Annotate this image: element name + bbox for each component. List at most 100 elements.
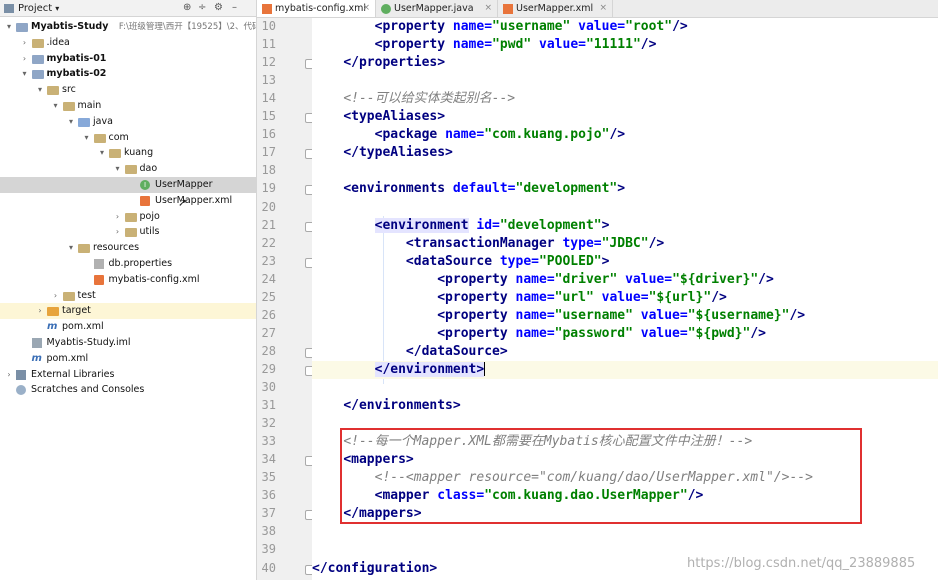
- editor-tab[interactable]: mybatis-config.xml ×: [257, 0, 376, 17]
- code-line: </typeAliases>: [312, 144, 938, 162]
- tree-item[interactable]: I UserMapper: [0, 177, 256, 193]
- line-number: 35: [261, 470, 276, 485]
- tree-item[interactable]: UserMapper.xml: [0, 193, 256, 209]
- code-line: </properties>: [312, 54, 938, 72]
- code-token: <environments: [343, 181, 453, 197]
- line-number: 17: [261, 145, 276, 160]
- editor-tab[interactable]: UserMapper.java ×: [376, 0, 498, 17]
- line-number: 29: [261, 361, 276, 376]
- resources-folder-icon: [78, 244, 90, 254]
- expanded-arrow-icon[interactable]: ▾: [82, 130, 92, 146]
- tree-item[interactable]: › External Libraries: [0, 367, 256, 383]
- tree-item[interactable]: › .idea: [0, 35, 256, 51]
- tree-item[interactable]: › utils: [0, 224, 256, 240]
- tree-item-label: Scratches and Consoles: [31, 384, 145, 396]
- code-token: />: [640, 37, 657, 53]
- code-token: "root": [625, 19, 673, 34]
- code-token: "JDBC": [601, 235, 649, 251]
- tree-item[interactable]: ▾ src: [0, 82, 256, 98]
- code-line: <property name="username" value="root"/>: [312, 18, 938, 36]
- tree-item-path: F:\班级管理\西开【19525】\2、代码\My: [118, 22, 256, 32]
- code-token: "username": [554, 307, 641, 323]
- code-token: name=: [515, 307, 555, 323]
- collapsed-arrow-icon[interactable]: ›: [20, 35, 30, 51]
- split-icon[interactable]: ÷: [198, 2, 206, 13]
- tree-item[interactable]: ▾ dao: [0, 161, 256, 177]
- tree-item-label: UserMapper: [155, 179, 213, 190]
- line-number: 39: [261, 542, 276, 557]
- expanded-arrow-icon[interactable]: ▾: [35, 82, 45, 98]
- tree-item[interactable]: › pojo: [0, 209, 256, 225]
- tree-item[interactable]: ▾ resources: [0, 240, 256, 256]
- expanded-arrow-icon[interactable]: ▾: [97, 145, 107, 161]
- line-number: 27: [261, 325, 276, 340]
- tree-item[interactable]: Scratches and Consoles: [0, 382, 256, 398]
- tree-item[interactable]: Myabtis-Study.iml: [0, 335, 256, 351]
- close-tab-icon[interactable]: ×: [599, 0, 607, 17]
- code-token: "11111": [585, 37, 641, 53]
- code-token: name=: [452, 37, 493, 53]
- code-line: <environment id="development">: [312, 217, 938, 235]
- tree-item-label: kuang: [124, 147, 154, 159]
- tree-item-label: main: [77, 100, 102, 111]
- locate-icon[interactable]: ⊕: [183, 2, 191, 13]
- code-line: <transactionManager type="JDBC"/>: [312, 235, 938, 253]
- expanded-arrow-icon[interactable]: ▾: [20, 66, 30, 82]
- line-number: 19: [261, 181, 276, 196]
- code-line: <dataSource type="POOLED">: [312, 253, 938, 271]
- code-line: </dataSource>: [312, 343, 938, 361]
- collapsed-arrow-icon[interactable]: ›: [113, 209, 123, 225]
- module-folder-icon: [31, 70, 44, 80]
- tree-item-label: Myabtis-Study.iml: [46, 337, 131, 348]
- code-token: "${username}": [687, 307, 790, 323]
- tree-item[interactable]: › target: [0, 303, 256, 320]
- line-number: 37: [261, 506, 276, 521]
- line-number: 23: [261, 253, 276, 268]
- tree-item[interactable]: m pom.xml: [0, 351, 256, 367]
- tree-item[interactable]: › mybatis-01: [0, 51, 256, 67]
- collapsed-arrow-icon[interactable]: ›: [51, 288, 61, 304]
- tree-item[interactable]: m pom.xml: [0, 319, 256, 335]
- expanded-arrow-icon[interactable]: ▾: [113, 161, 123, 177]
- expanded-arrow-icon[interactable]: ▾: [4, 19, 14, 35]
- project-view-title[interactable]: Project: [18, 3, 52, 14]
- collapsed-arrow-icon[interactable]: ›: [4, 367, 14, 383]
- code-token: <transactionManager: [405, 235, 563, 251]
- tree-item[interactable]: ▾ Myabtis-Study F:\班级管理\西开【19525】\2、代码\My: [0, 19, 256, 35]
- hide-icon[interactable]: –: [232, 2, 237, 13]
- code-token: "${url}": [648, 289, 712, 305]
- code-token: "${pwd}": [687, 325, 751, 341]
- maven-pom-icon: m: [47, 321, 58, 333]
- editor-tab[interactable]: UserMapper.xml ×: [498, 0, 613, 17]
- tree-item-label: db.properties: [108, 258, 173, 269]
- expanded-arrow-icon[interactable]: ▾: [66, 114, 76, 130]
- tree-item[interactable]: ▾ kuang: [0, 145, 256, 161]
- package-icon: [124, 228, 137, 238]
- collapsed-arrow-icon[interactable]: ›: [35, 303, 45, 319]
- tree-item[interactable]: mybatis-config.xml: [0, 272, 256, 288]
- tree-item[interactable]: ▾ mybatis-02: [0, 66, 256, 82]
- code-line: <property name="username" value="${usern…: [312, 307, 938, 325]
- code-token: <environment: [374, 217, 469, 233]
- tree-item[interactable]: ▾ main: [0, 98, 256, 114]
- code-token: <typeAliases>: [343, 109, 446, 125]
- gear-icon[interactable]: ⚙: [214, 2, 223, 13]
- folder-icon: [62, 102, 75, 111]
- tree-item[interactable]: › test: [0, 288, 256, 304]
- expanded-arrow-icon[interactable]: ▾: [66, 240, 76, 256]
- tree-item[interactable]: ▾ java: [0, 114, 256, 130]
- close-tab-icon[interactable]: ×: [362, 0, 370, 17]
- tree-item[interactable]: db.properties: [0, 256, 256, 272]
- code-line: <property name="password" value="${pwd}"…: [312, 325, 938, 343]
- line-number: 10: [261, 19, 276, 33]
- code-token: "development": [499, 217, 602, 233]
- tree-item-label: .idea: [46, 36, 70, 48]
- project-view-dropdown-icon[interactable]: ▾: [55, 4, 59, 13]
- collapsed-arrow-icon[interactable]: ›: [20, 51, 30, 67]
- tree-item[interactable]: ▾ com: [0, 130, 256, 146]
- close-tab-icon[interactable]: ×: [484, 0, 492, 17]
- expanded-arrow-icon[interactable]: ▾: [51, 98, 61, 114]
- collapsed-arrow-icon[interactable]: ›: [113, 224, 123, 240]
- folder-icon: [62, 291, 75, 301]
